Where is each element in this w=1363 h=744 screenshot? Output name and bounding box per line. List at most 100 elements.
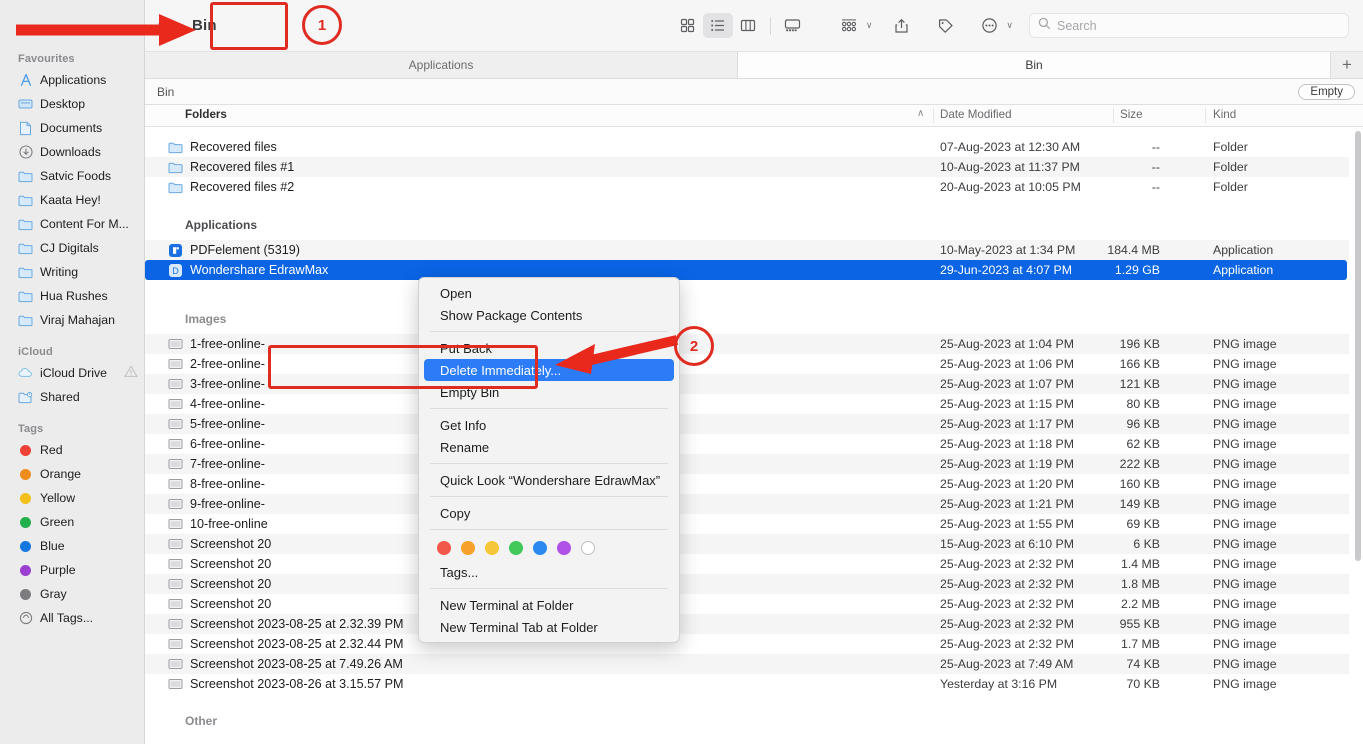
menu-item-delete-immediately[interactable]: Delete Immediately... [424,359,674,381]
table-row[interactable]: Screenshot 20 25-Aug-2023 at 2:32 PM 1.4 M… [145,554,1349,574]
file-name-cell: 7-free-online- [167,456,265,472]
tag-swatch[interactable] [581,541,595,555]
folder-icon [18,217,33,232]
table-row[interactable]: 5-free-online- 25-Aug-2023 at 1:17 PM 96 K… [145,414,1349,434]
tag-swatch[interactable] [461,541,475,555]
sidebar-item-applications[interactable]: Applications [0,68,144,92]
share-button[interactable] [886,13,916,38]
sidebar-item-blue[interactable]: Blue [0,534,144,558]
table-row[interactable]: Screenshot 2023-08-25 at 7.49.26 AM 25-Au… [145,654,1349,674]
table-row[interactable]: Screenshot 2023-08-25 at 2.32.44 PM 25-Au… [145,634,1349,654]
sidebar-item-all-tags[interactable]: All Tags... [0,606,144,630]
tab-applications[interactable]: Applications [145,52,738,78]
sidebar-item-yellow[interactable]: Yellow [0,486,144,510]
tab-bin[interactable]: Bin [738,52,1331,78]
sidebar-item-downloads[interactable]: Downloads [0,140,144,164]
new-tab-button[interactable]: + [1331,52,1363,78]
search-input[interactable]: Search [1029,13,1349,38]
tag-dot-icon [18,467,33,482]
column-header-kind[interactable]: Kind [1213,108,1236,121]
sidebar-item-cj-digitals[interactable]: CJ Digitals [0,236,144,260]
table-row[interactable]: 10-free-online 25-Aug-2023 at 1:55 PM 69 K… [145,514,1349,534]
sidebar-item-icloud-drive[interactable]: iCloud Drive [0,361,144,385]
file-size: 160 KB [1119,477,1160,491]
table-row[interactable]: Recovered files #1 10-Aug-2023 at 11:37 P… [145,157,1349,177]
sidebar-item-purple[interactable]: Purple [0,558,144,582]
table-row[interactable]: Screenshot 20 25-Aug-2023 at 2:32 PM 2.2 M… [145,594,1349,614]
menu-separator [430,588,668,589]
sidebar-item-green[interactable]: Green [0,510,144,534]
table-row[interactable]: Screenshot 2023-08-25 at 2.32.39 PM 25-Au… [145,614,1349,634]
sidebar-item-writing[interactable]: Writing [0,260,144,284]
file-name-cell: Recovered files [167,139,277,155]
sidebar-item-desktop[interactable]: Desktop [0,92,144,116]
table-row[interactable]: 9-free-online- 25-Aug-2023 at 1:21 PM 149 … [145,494,1349,514]
table-row[interactable]: PDFelement (5319) 10-May-2023 at 1:34 PM 1… [145,240,1349,260]
file-kind: Folder [1213,140,1248,154]
menu-item-show-package-contents[interactable]: Show Package Contents [424,304,674,326]
table-row[interactable]: 6-free-online- 25-Aug-2023 at 1:18 PM 62 K… [145,434,1349,454]
sidebar-item-documents[interactable]: Documents [0,116,144,140]
tag-swatch[interactable] [485,541,499,555]
list-view-button[interactable] [702,13,733,38]
tag-swatch[interactable] [509,541,523,555]
column-view-button[interactable] [733,13,763,38]
downloads-icon [18,145,33,160]
menu-item-empty-bin[interactable]: Empty Bin [424,381,674,403]
group-by-button[interactable]: ∨ [834,13,872,38]
sidebar-item-gray[interactable]: Gray [0,582,144,606]
table-row[interactable]: Screenshot 20 15-Aug-2023 at 6:10 PM 6 KB P… [145,534,1349,554]
column-header: Folders ∧ Date Modified Size Kind [145,105,1363,127]
table-row[interactable]: 2-free-online- 25-Aug-2023 at 1:06 PM 166 … [145,354,1349,374]
table-row[interactable]: D Wondershare EdrawMax 29-Jun-2023 at 4:07… [145,260,1347,280]
tags-button[interactable] [930,13,960,38]
vertical-scrollbar[interactable] [1355,131,1361,691]
sidebar-item-kaata-hey[interactable]: Kaata Hey! [0,188,144,212]
tag-color-swatches[interactable] [419,535,679,561]
tag-dot-icon [18,491,33,506]
menu-item-put-back[interactable]: Put Back [424,337,674,359]
table-row[interactable]: Screenshot 20 25-Aug-2023 at 2:32 PM 1.8 M… [145,574,1349,594]
file-kind: PNG image [1213,657,1277,671]
file-size: 69 KB [1126,517,1161,531]
more-options-button[interactable]: ∨ [974,13,1013,38]
sidebar-item-orange[interactable]: Orange [0,462,144,486]
folder-icon [18,241,33,256]
sidebar-item-shared[interactable]: Shared [0,385,144,409]
file-kind: PNG image [1213,577,1277,591]
menu-item-new-terminal-tab-at-folder[interactable]: New Terminal Tab at Folder [424,616,674,638]
table-row[interactable]: Screenshot 2023-08-26 at 3.15.57 PM Yeste… [145,674,1349,694]
menu-item-open[interactable]: Open [424,282,674,304]
table-row[interactable]: 4-free-online- 25-Aug-2023 at 1:15 PM 80 K… [145,394,1349,414]
menu-item-copy[interactable]: Copy [424,502,674,524]
column-header-size[interactable]: Size [1120,108,1143,121]
menu-item-get-info[interactable]: Get Info [424,414,674,436]
menu-item-new-terminal-at-folder[interactable]: New Terminal at Folder [424,594,674,616]
table-row[interactable]: 8-free-online- 25-Aug-2023 at 1:20 PM 160 … [145,474,1349,494]
table-row[interactable]: Recovered files #2 20-Aug-2023 at 10:05 P… [145,177,1349,197]
sidebar-item-satvic-foods[interactable]: Satvic Foods [0,164,144,188]
empty-bin-button[interactable]: Empty [1298,83,1355,100]
icon-view-button[interactable] [673,13,703,38]
sidebar-item-viraj-mahajan[interactable]: Viraj Mahajan [0,308,144,332]
pdfelement-app-icon [167,242,183,258]
tag-swatch[interactable] [533,541,547,555]
table-row[interactable]: 7-free-online- 25-Aug-2023 at 1:19 PM 222 … [145,454,1349,474]
sidebar-item-label: Kaata Hey! [40,193,101,207]
gallery-view-button[interactable] [778,13,808,38]
sidebar-item-content-for-m[interactable]: Content For M... [0,212,144,236]
sidebar-item-hua-rushes[interactable]: Hua Rushes [0,284,144,308]
column-header-name[interactable]: Folders [185,108,227,121]
table-row[interactable]: Recovered files 07-Aug-2023 at 12:30 AM --… [145,137,1349,157]
tag-swatch[interactable] [437,541,451,555]
table-row[interactable]: 1-free-online- 25-Aug-2023 at 1:04 PM 196 … [145,334,1349,354]
file-date: 25-Aug-2023 at 1:20 PM [940,477,1074,491]
column-header-date[interactable]: Date Modified [940,108,1012,121]
menu-item-rename[interactable]: Rename [424,436,674,458]
menu-item-quick-look-wondershare-edrawmax[interactable]: Quick Look “Wondershare EdrawMax” [424,469,674,491]
tag-swatch[interactable] [557,541,571,555]
menu-item-tags[interactable]: Tags... [424,561,674,583]
table-row[interactable]: 3-free-online- 25-Aug-2023 at 1:07 PM 121 … [145,374,1349,394]
sidebar-item-red[interactable]: Red [0,438,144,462]
sort-ascending-icon[interactable]: ∧ [917,108,924,119]
